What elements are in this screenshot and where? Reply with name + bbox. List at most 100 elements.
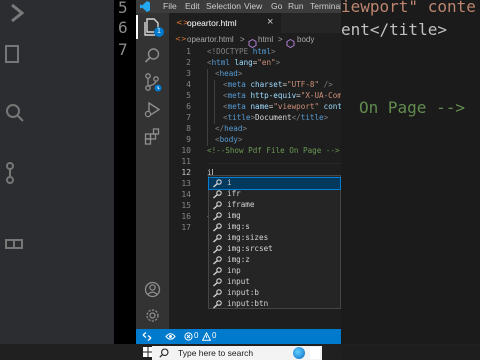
attr-token: charset: [250, 80, 283, 89]
breadcrumb: <> opeartor.html > html > body: [169, 33, 341, 49]
line-number: 13: [181, 179, 191, 188]
suggestion-label: img: [227, 211, 241, 220]
vscode-logo-icon: [140, 1, 150, 12]
code-line-7: <title>Document</title>: [223, 113, 328, 122]
suggestion-label: i: [227, 178, 232, 187]
tag-token: html: [211, 58, 230, 67]
suggestion-item[interactable]: img:s: [209, 222, 340, 233]
indent-guide: [214, 80, 215, 124]
line-number: 1: [186, 47, 191, 56]
bracket-token: >: [323, 113, 329, 122]
line-number: 10: [181, 146, 191, 155]
search-icon: [159, 348, 169, 358]
code-line-4: <meta charset="UTF-8" />: [223, 80, 333, 89]
blurred-code-text: ent</title>: [341, 20, 447, 39]
indent-guide: [207, 69, 208, 146]
menu-terminal[interactable]: Terminal: [310, 1, 341, 11]
suggestion-item[interactable]: input: [209, 277, 340, 288]
wrench-icon: [213, 256, 222, 265]
suggestion-label: img:s: [227, 222, 250, 231]
menu-view[interactable]: View: [244, 1, 262, 11]
attr-token: conte: [323, 102, 341, 111]
bracket-token: >: [237, 135, 243, 144]
line-number: 15: [181, 201, 191, 210]
suggestion-item[interactable]: img:sizes: [209, 233, 340, 244]
active-indicator: [136, 15, 138, 39]
wrench-icon: [213, 223, 222, 232]
line-number: 14: [181, 190, 191, 199]
string-token: "en": [257, 58, 276, 67]
suggestion-label: img:sizes: [227, 233, 269, 242]
menu-file[interactable]: File: [163, 1, 177, 11]
blurred-code-text: On Page -->: [359, 98, 465, 117]
error-icon[interactable]: [184, 332, 193, 341]
attr-token: name: [250, 102, 269, 111]
string-token: "viewport": [273, 102, 320, 111]
search-placeholder: Type here to search: [178, 348, 254, 358]
line-number: 11: [181, 157, 191, 166]
tag-token: meta: [227, 102, 246, 111]
code-line-9: <body>: [215, 135, 242, 144]
suggestion-item[interactable]: input:btn: [209, 299, 340, 310]
warning-icon[interactable]: [202, 332, 211, 341]
suggestion-item[interactable]: img:z: [209, 255, 340, 266]
activity-bar: 1: [136, 13, 169, 329]
line-number: 16: [181, 212, 191, 221]
suggestion-item[interactable]: img: [209, 211, 340, 222]
warning-count[interactable]: 0: [212, 331, 216, 340]
code-line-6: <meta name="viewport" conte: [223, 102, 341, 111]
menu-run[interactable]: Run: [288, 1, 304, 11]
breadcrumb-body[interactable]: body: [297, 35, 314, 44]
html-file-icon: <>: [175, 35, 187, 43]
run-debug-icon[interactable]: [144, 101, 162, 118]
live-share-icon[interactable]: [165, 332, 176, 341]
breadcrumb-file[interactable]: opeartor.html: [187, 35, 234, 44]
tag-token: title: [300, 113, 324, 122]
menu-selection[interactable]: Selection: [206, 1, 241, 11]
bing-search-highlight-icon[interactable]: [293, 347, 305, 359]
taskbar-right-area: [341, 346, 480, 360]
line-number: 2: [186, 58, 191, 67]
breadcrumb-separator: >: [278, 35, 283, 44]
doctype-token: <!DOCTYPE: [207, 47, 253, 56]
bracket-token: >: [242, 124, 248, 133]
blurred-line-number: 5: [118, 0, 128, 17]
line-number: 9: [186, 135, 191, 144]
gear-icon[interactable]: [144, 307, 161, 324]
tag-token: head: [219, 69, 238, 78]
string-token: "X-UA-Comp: [300, 91, 341, 100]
code-line-8: </head>: [215, 124, 247, 133]
menu-edit[interactable]: Edit: [185, 1, 200, 11]
wrench-icon: [213, 234, 222, 243]
wrench-icon: [213, 278, 222, 287]
bracket-token: />: [319, 80, 333, 89]
tag-token: title: [227, 113, 251, 122]
suggestion-item[interactable]: img:srcset: [209, 244, 340, 255]
remote-icon[interactable]: [142, 332, 152, 341]
suggestion-label: img:z: [227, 255, 250, 264]
blurred-right-background: iewport" conte ent</title> On Page -->: [341, 0, 480, 344]
extensions-icon[interactable]: [144, 128, 161, 145]
status-bar: 0 0: [136, 329, 341, 344]
close-icon[interactable]: ×: [267, 16, 273, 28]
menu-go[interactable]: Go: [271, 1, 282, 11]
search-highlight-icon[interactable]: [310, 347, 320, 359]
source-control-icon[interactable]: [144, 73, 162, 92]
suggestion-item[interactable]: ifr: [209, 189, 340, 200]
explorer-badge: 1: [154, 27, 164, 37]
search-icon[interactable]: [144, 47, 161, 64]
suggestion-item[interactable]: inp: [209, 266, 340, 277]
taskbar-search-box[interactable]: Type here to search: [152, 346, 322, 360]
extensions-icon: [2, 230, 28, 256]
blurred-code-text: iewport" conte: [341, 0, 476, 16]
error-count[interactable]: 0: [194, 331, 198, 340]
wrench-icon: [213, 267, 222, 276]
suggestion-item-selected[interactable]: i: [208, 177, 341, 190]
account-icon[interactable]: [144, 281, 161, 298]
suggestion-item[interactable]: input:b: [209, 288, 340, 299]
suggestion-item[interactable]: iframe: [209, 200, 340, 211]
tab-opeartor-html[interactable]: <> opeartor.html ×: [169, 13, 281, 33]
line-number: 7: [186, 113, 191, 122]
breadcrumb-html[interactable]: html: [258, 35, 273, 44]
element-icon: [286, 35, 295, 49]
